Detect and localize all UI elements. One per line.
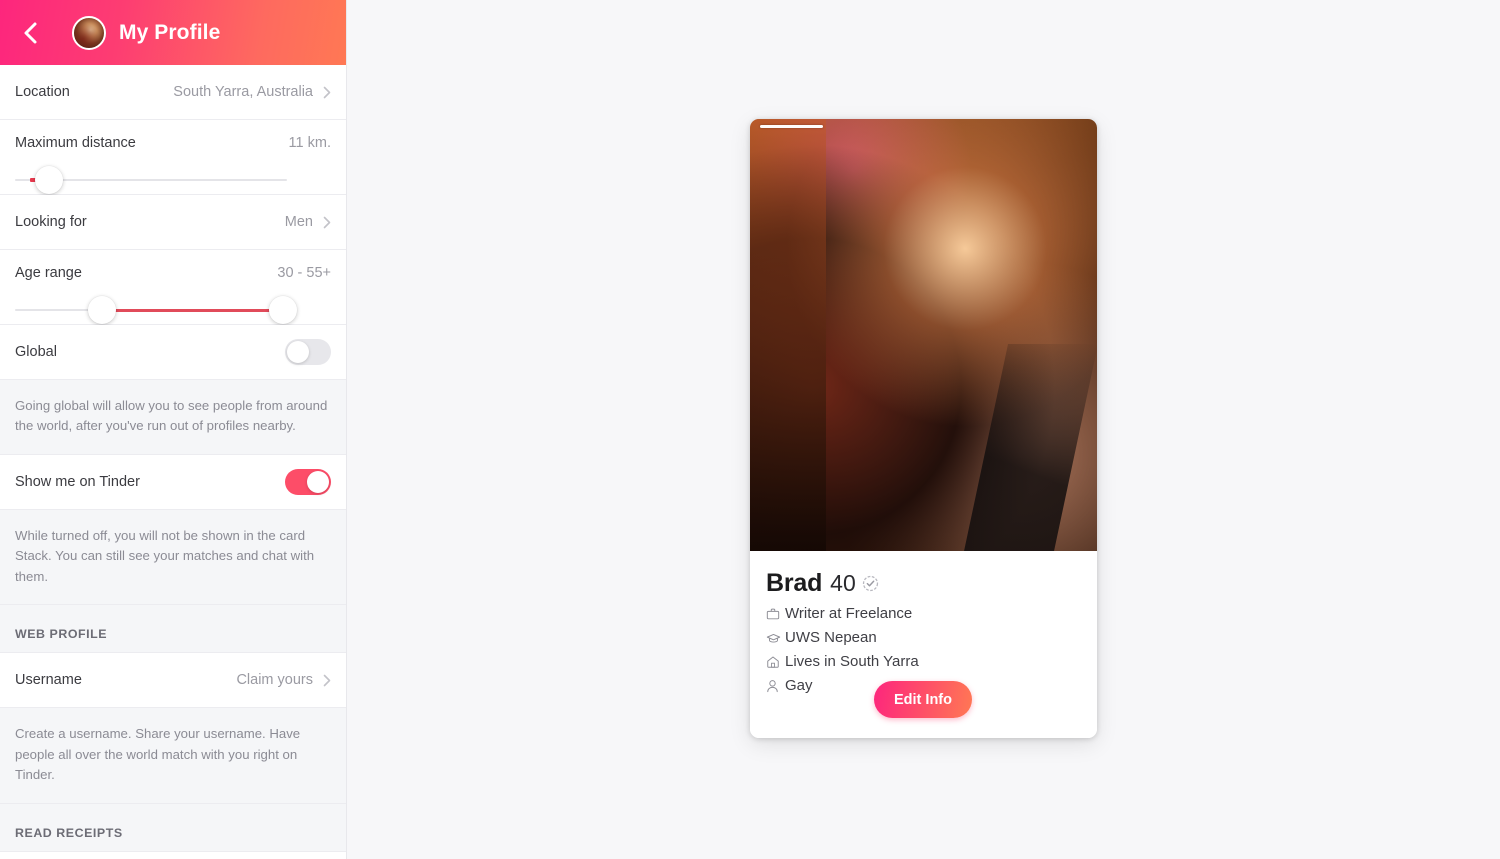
profile-detail-text: Lives in South Yarra [785,653,919,670]
looking-for-label: Looking for [15,214,87,230]
graduation-cap-icon [766,631,785,645]
settings-scroll-area[interactable]: Location South Yarra, Australia Maximum … [0,65,346,859]
age-range-label: Age range [15,265,82,281]
age-range-value: 30 - 55+ [277,265,331,281]
profile-detail-text: Gay [785,677,813,694]
briefcase-icon [766,607,785,621]
profile-header: My Profile [0,0,346,65]
age-range-slider[interactable] [15,296,331,324]
profile-detail-home: Lives in South Yarra [766,653,1081,670]
profile-settings-sidebar: My Profile Location South Yarra, Austral… [0,0,347,859]
back-button[interactable] [14,16,48,50]
maximum-distance-value: 11 km. [288,135,331,151]
show-me-toggle[interactable] [285,468,331,495]
setting-row-manage-read-receipts[interactable]: Manage Read Receipts [0,851,346,859]
profile-name-line: Brad 40 [766,569,1081,598]
global-toggle[interactable] [285,339,331,365]
global-label: Global [15,344,57,360]
setting-row-maximum-distance[interactable]: Maximum distance 11 km. [0,120,346,195]
global-note: Going global will allow you to see peopl… [0,380,346,455]
avatar[interactable] [72,15,106,50]
chevron-left-icon [22,21,40,45]
setting-row-show-me-on-tinder[interactable]: Show me on Tinder [0,454,346,510]
setting-row-username[interactable]: Username Claim yours [0,653,346,709]
profile-detail-text: UWS Nepean [785,629,877,646]
username-note: Create a username. Share your username. … [0,708,346,804]
section-heading-read-receipts: READ RECEIPTS [0,803,346,852]
profile-detail-job: Writer at Freelance [766,605,1081,622]
looking-for-value: Men [284,214,313,230]
chevron-right-icon [323,674,331,687]
chevron-right-icon [323,86,331,99]
profile-detail-school: UWS Nepean [766,629,1081,646]
setting-row-age-range[interactable]: Age range 30 - 55+ [0,250,346,325]
slider-thumb-age-min[interactable] [88,296,117,324]
slider-thumb-distance[interactable] [35,166,64,194]
show-me-label: Show me on Tinder [15,473,140,490]
setting-row-looking-for[interactable]: Looking for Men [0,195,346,250]
main-content: Brad 40 Writer at Freelance UWS Nepean L… [347,0,1500,859]
photo-progress-bar[interactable] [760,125,1087,128]
profile-preview-card: Brad 40 Writer at Freelance UWS Nepean L… [750,119,1097,738]
username-value: Claim yours [236,672,313,689]
slider-thumb-age-max[interactable] [268,296,297,324]
setting-row-global[interactable]: Global [0,325,346,380]
edit-info-button[interactable]: Edit Info [874,681,972,718]
maximum-distance-label: Maximum distance [15,135,136,151]
setting-row-location[interactable]: Location South Yarra, Australia [0,65,346,120]
profile-age: 40 [830,570,856,596]
show-me-note: While turned off, you will not be shown … [0,509,346,606]
chevron-right-icon [323,216,331,229]
profile-card-info: Brad 40 Writer at Freelance UWS Nepean L… [750,551,1097,738]
location-value: South Yarra, Australia [173,84,313,100]
app-root: My Profile Location South Yarra, Austral… [0,0,1500,859]
profile-photo[interactable] [750,119,1097,551]
profile-name: Brad [766,569,823,597]
page-title: My Profile [119,20,221,44]
verified-badge-icon [862,575,879,592]
profile-detail-text: Writer at Freelance [785,605,913,622]
home-icon [766,655,785,669]
section-heading-web-profile: WEB PROFILE [0,605,346,654]
location-label: Location [15,84,70,100]
username-label: Username [15,672,82,689]
toggle-knob [287,341,309,363]
toggle-knob [307,470,329,493]
slider-fill-age [102,309,283,312]
person-icon [766,679,785,693]
photo-progress-segment [760,125,823,128]
maximum-distance-slider[interactable] [15,166,331,194]
